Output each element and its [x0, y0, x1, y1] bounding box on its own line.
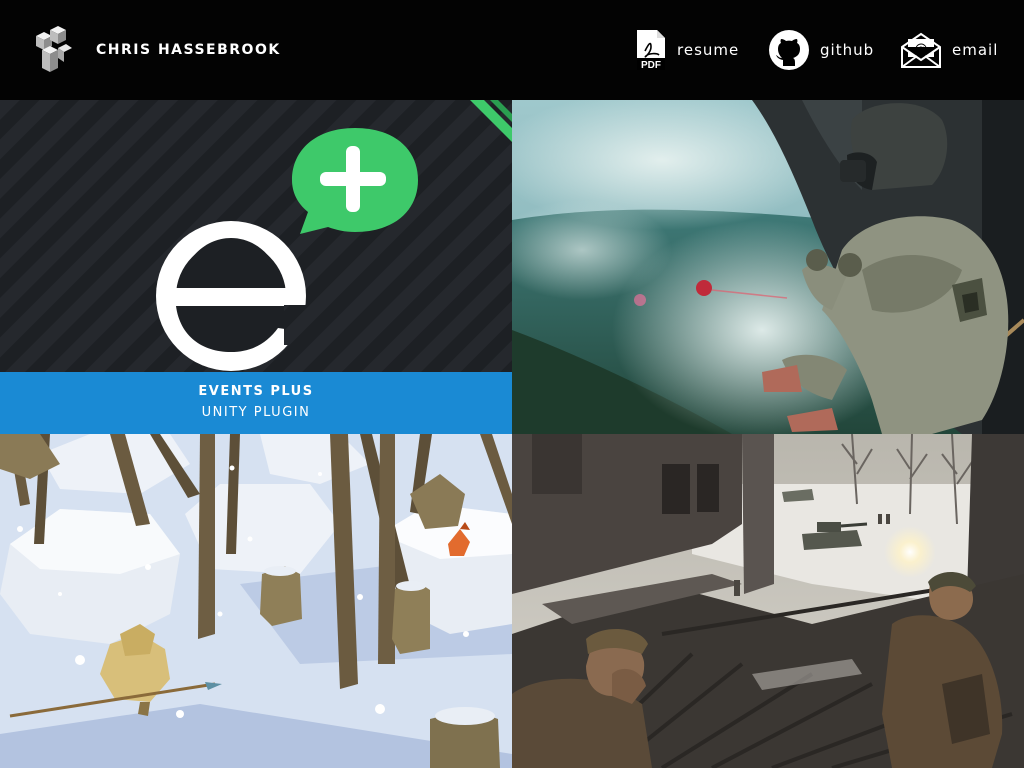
project-tile-soldier[interactable] — [512, 100, 1024, 434]
svg-text:PDF: PDF — [641, 60, 661, 71]
nav-github-label[interactable]: github — [820, 40, 874, 60]
project-title: EVENTS PLUS — [198, 384, 314, 399]
pdf-icon: PDF — [637, 30, 665, 71]
nav-github-link[interactable]: github — [768, 28, 874, 72]
project-subtitle: UNITY PLUGIN — [201, 405, 311, 420]
project-caption: EVENTS PLUS UNITY PLUGIN — [0, 372, 512, 434]
site-name[interactable]: CHRIS HASSEBROOK — [96, 40, 281, 60]
project-tile-snow-forest[interactable] — [0, 434, 512, 768]
nav-email-link[interactable]: @ email — [900, 28, 998, 72]
nav-resume-link[interactable]: PDF resume — [635, 28, 739, 72]
nav-resume-label[interactable]: resume — [677, 40, 739, 60]
site-logo-icon[interactable] — [32, 26, 72, 74]
project-tile-events-plus[interactable]: EVENTS PLUS UNITY PLUGIN — [0, 100, 512, 434]
snow-forest-artwork — [0, 434, 512, 768]
winter-war-artwork — [512, 434, 1024, 768]
envelope-icon: @ — [901, 32, 941, 68]
github-icon — [769, 30, 809, 70]
project-tile-winter-war[interactable] — [512, 434, 1024, 768]
site-header: CHRIS HASSEBROOK PDF resume github @ ema… — [0, 0, 1024, 100]
nav-email-label[interactable]: email — [952, 40, 998, 60]
soldier-helicopter-artwork — [512, 100, 1024, 434]
